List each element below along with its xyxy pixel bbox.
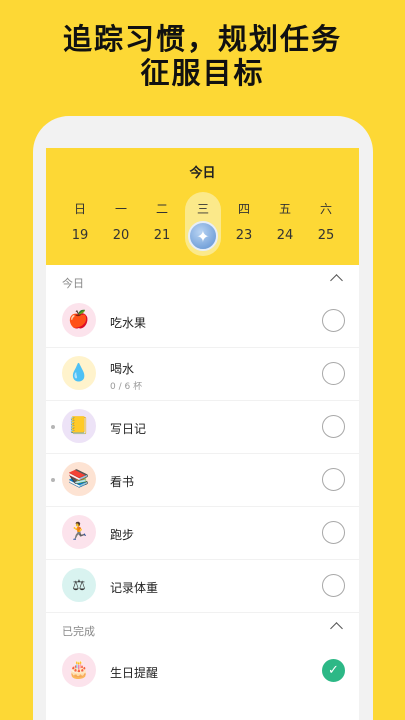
day-tue[interactable]: 二 21 bbox=[144, 192, 180, 256]
task-name: 跑步 bbox=[110, 528, 135, 542]
weekday-label: 二 bbox=[155, 202, 168, 216]
scale-icon: ⚖ bbox=[62, 568, 96, 602]
task-name: 生日提醒 bbox=[110, 666, 159, 680]
notebook-icon: 📒 bbox=[62, 409, 96, 443]
task-checkbox-checked[interactable]: ✓ bbox=[322, 659, 345, 682]
section-label: 今日 bbox=[62, 277, 84, 290]
water-drop-icon: 💧 bbox=[62, 356, 96, 390]
week-calendar: 今日 日 19 一 20 二 21 三 ✦ 四 23 五 24 六 25 bbox=[46, 148, 359, 265]
headline-line-1: 追踪习惯，规划任务 bbox=[62, 22, 342, 56]
day-fri[interactable]: 五 24 bbox=[267, 192, 303, 256]
task-checkbox[interactable] bbox=[322, 574, 345, 597]
day-thu[interactable]: 四 23 bbox=[226, 192, 262, 256]
task-name: 记录体重 bbox=[110, 581, 159, 595]
day-sat[interactable]: 六 25 bbox=[308, 192, 344, 256]
date-label: 25 bbox=[317, 228, 335, 243]
day-sun[interactable]: 日 19 bbox=[62, 192, 98, 256]
app-screen: 今日 日 19 一 20 二 21 三 ✦ 四 23 五 24 六 25 今日 … bbox=[46, 148, 359, 720]
birthday-cake-icon: 🎂 bbox=[62, 653, 96, 687]
today-section-header[interactable]: 今日 bbox=[46, 267, 359, 295]
date-label: 23 bbox=[235, 228, 253, 243]
drag-dot-icon bbox=[51, 478, 55, 482]
task-item-water[interactable]: 💧 喝水 0 / 6 杯 bbox=[46, 348, 359, 401]
task-checkbox[interactable] bbox=[322, 521, 345, 544]
weekday-label: 四 bbox=[237, 202, 250, 216]
date-label: 20 bbox=[112, 228, 130, 243]
weekday-label: 五 bbox=[278, 202, 291, 216]
chevron-up-icon[interactable] bbox=[330, 622, 343, 635]
task-checkbox[interactable] bbox=[322, 362, 345, 385]
task-name: 喝水 bbox=[110, 362, 135, 376]
section-label: 已完成 bbox=[62, 625, 95, 638]
date-label: 19 bbox=[71, 228, 89, 243]
completed-section-header[interactable]: 已完成 bbox=[46, 615, 359, 643]
weekday-label: 六 bbox=[319, 202, 332, 216]
task-progress: 0 / 6 杯 bbox=[110, 382, 143, 392]
task-item-running[interactable]: 🏃 跑步 bbox=[46, 507, 359, 560]
task-item-diary[interactable]: 📒 写日记 bbox=[46, 401, 359, 454]
task-item-fruit[interactable]: 🍎 吃水果 bbox=[46, 295, 359, 348]
task-item-weight[interactable]: ⚖ 记录体重 bbox=[46, 560, 359, 613]
task-checkbox[interactable] bbox=[322, 309, 345, 332]
date-label: 21 bbox=[153, 228, 171, 243]
task-checkbox[interactable] bbox=[322, 415, 345, 438]
task-name: 吃水果 bbox=[110, 316, 147, 330]
calendar-title: 今日 bbox=[189, 166, 216, 181]
date-label: 24 bbox=[276, 228, 294, 243]
task-item-reading[interactable]: 📚 看书 bbox=[46, 454, 359, 507]
drag-dot-icon bbox=[51, 425, 55, 429]
day-wed-selected[interactable]: 三 ✦ bbox=[185, 192, 221, 256]
chevron-up-icon[interactable] bbox=[330, 274, 343, 287]
task-checkbox[interactable] bbox=[322, 468, 345, 491]
task-item-birthday[interactable]: 🎂 生日提醒 ✓ bbox=[46, 645, 359, 698]
task-name: 写日记 bbox=[110, 422, 147, 436]
runner-icon: 🏃 bbox=[62, 515, 96, 549]
day-mon[interactable]: 一 20 bbox=[103, 192, 139, 256]
headline-line-2: 征服目标 bbox=[140, 56, 265, 90]
apple-icon: 🍎 bbox=[62, 303, 96, 337]
compass-star-icon: ✦ bbox=[188, 221, 218, 251]
books-icon: 📚 bbox=[62, 462, 96, 496]
weekday-label: 日 bbox=[73, 202, 86, 216]
task-name: 看书 bbox=[110, 475, 135, 489]
weekday-label: 三 bbox=[196, 202, 209, 216]
promo-headline: 追踪习惯，规划任务 征服目标 bbox=[0, 22, 405, 90]
weekday-label: 一 bbox=[114, 202, 127, 216]
